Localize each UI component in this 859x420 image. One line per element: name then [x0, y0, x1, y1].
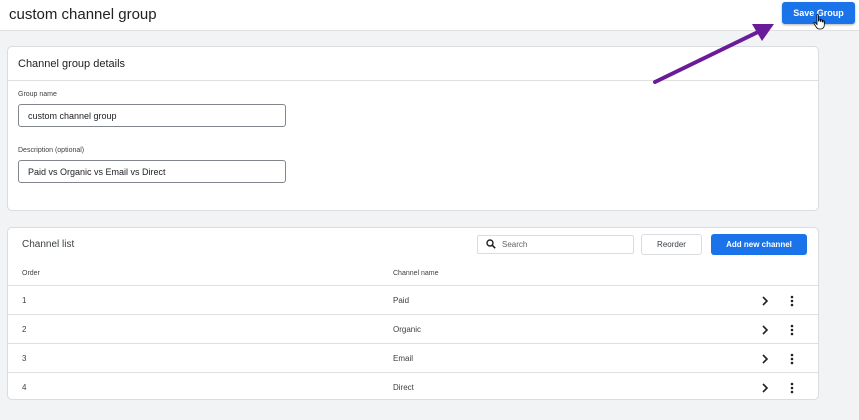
search-icon — [486, 236, 496, 254]
description-label: Description (optional) — [18, 147, 85, 154]
more-vert-icon[interactable] — [785, 323, 799, 337]
chevron-right-icon[interactable] — [758, 294, 772, 308]
row-order: 2 — [22, 325, 27, 334]
row-channel-name: Paid — [393, 296, 410, 305]
hand-cursor-icon — [813, 14, 825, 30]
row-order: 3 — [22, 354, 27, 363]
row-order: 4 — [22, 383, 27, 392]
table-row[interactable]: 2 Organic — [8, 315, 818, 344]
row-channel-name: Direct — [393, 383, 414, 392]
row-channel-name: Organic — [393, 325, 422, 334]
row-order: 1 — [22, 296, 27, 305]
more-vert-icon[interactable] — [785, 294, 799, 308]
table-row[interactable]: 3 Email — [8, 344, 818, 373]
group-name-field[interactable]: custom channel group — [18, 104, 286, 127]
table-row[interactable]: 4 Direct — [8, 373, 818, 402]
chevron-right-icon[interactable] — [758, 323, 772, 337]
search-input[interactable] — [502, 240, 622, 249]
column-header-channel-name: Channel name — [393, 270, 439, 277]
chevron-right-icon[interactable] — [758, 381, 772, 395]
channel-list-heading: Channel list — [22, 239, 75, 250]
description-field[interactable]: Paid vs Organic vs Email vs Direct — [18, 160, 286, 183]
page-title: custom channel group — [9, 6, 157, 23]
search-box[interactable] — [477, 235, 634, 254]
chevron-right-icon[interactable] — [758, 352, 772, 366]
table-row[interactable]: 1 Paid — [8, 286, 818, 315]
row-channel-name: Email — [393, 354, 414, 363]
channel-list-card: Channel list Reorder Add new channel Ord… — [7, 227, 819, 400]
column-header-order: Order — [22, 270, 40, 277]
more-vert-icon[interactable] — [785, 352, 799, 366]
reorder-button[interactable]: Reorder — [641, 234, 702, 255]
add-new-channel-button[interactable]: Add new channel — [711, 234, 807, 255]
annotation-arrow — [653, 24, 774, 84]
group-name-label: Group name — [18, 91, 57, 98]
more-vert-icon[interactable] — [785, 381, 799, 395]
